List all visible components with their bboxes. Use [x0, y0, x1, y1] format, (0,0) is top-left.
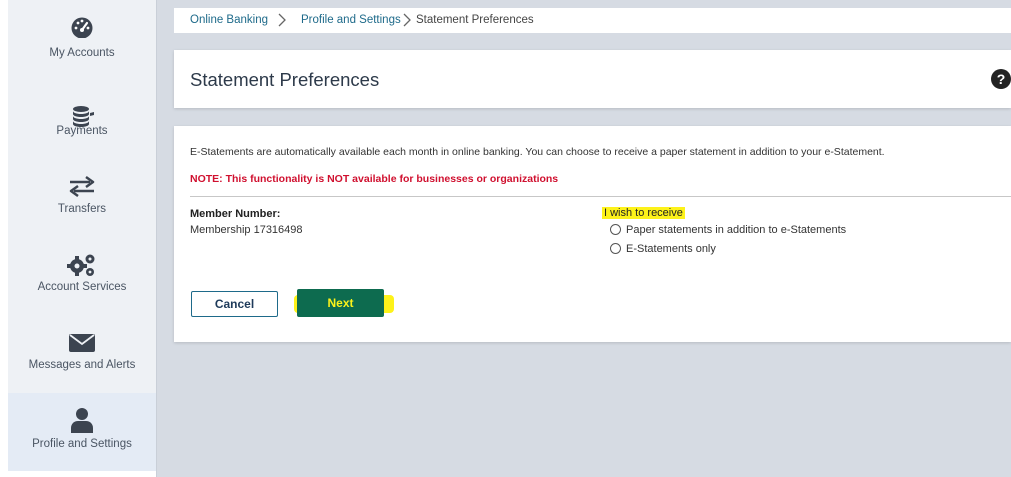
sidebar-item-label: Messages and Alerts — [28, 359, 136, 371]
intro-text: E-Statements are automatically available… — [190, 146, 885, 158]
receive-options-label: I wish to receive — [602, 207, 685, 219]
sidebar-item-profile-and-settings[interactable]: Profile and Settings — [8, 393, 156, 471]
member-number-value: Membership 17316498 — [190, 224, 303, 236]
sidebar-item-label: Payments — [56, 125, 108, 137]
chevron-right-icon — [403, 13, 411, 27]
breadcrumb-online-banking[interactable]: Online Banking — [190, 14, 268, 26]
help-icon[interactable]: ? — [991, 69, 1011, 89]
envelope-icon — [69, 334, 95, 352]
sidebar-item-payments[interactable]: Payments — [8, 78, 156, 156]
sidebar-item-transfers[interactable]: Transfers — [8, 156, 156, 234]
radio-label: E-Statements only — [626, 243, 716, 255]
next-button[interactable]: Next — [297, 289, 384, 317]
sidebar-item-label: Transfers — [57, 203, 107, 215]
business-note: NOTE: This functionality is NOT availabl… — [190, 173, 559, 185]
sidebar-item-my-accounts[interactable]: My Accounts — [8, 0, 156, 78]
chevron-right-icon — [278, 13, 286, 27]
transfer-arrows-icon — [69, 175, 95, 197]
speedometer-icon — [71, 17, 93, 38]
breadcrumb: Online Banking Profile and Settings Stat… — [174, 8, 1011, 34]
sidebar-item-label: My Accounts — [49, 47, 115, 59]
statement-preferences-form: E-Statements are automatically available… — [174, 126, 1011, 342]
sidebar-item-account-services[interactable]: Account Services — [8, 234, 156, 312]
radio-paper-and-estatements[interactable]: Paper statements in addition to e-Statem… — [610, 224, 846, 236]
member-number-label: Member Number: — [190, 208, 281, 220]
page-header-card: Statement Preferences ? — [174, 50, 1011, 108]
coins-icon — [73, 106, 94, 127]
sidebar-item-label: Account Services — [37, 281, 127, 293]
breadcrumb-profile-and-settings[interactable]: Profile and Settings — [301, 14, 401, 26]
breadcrumb-statement-preferences: Statement Preferences — [416, 14, 534, 26]
radio-button[interactable] — [610, 243, 621, 254]
radio-label: Paper statements in addition to e-Statem… — [626, 224, 847, 236]
sidebar-item-messages-and-alerts[interactable]: Messages and Alerts — [8, 312, 156, 390]
main-content: Online Banking Profile and Settings Stat… — [157, 0, 1011, 477]
gears-icon — [67, 254, 95, 276]
divider — [190, 196, 1011, 197]
sidebar: My Accounts Payments Transfers Account S… — [8, 0, 156, 471]
person-icon — [71, 408, 93, 433]
radio-button[interactable] — [610, 224, 621, 235]
cancel-button[interactable]: Cancel — [191, 291, 278, 317]
radio-estatements-only[interactable]: E-Statements only — [610, 243, 716, 255]
sidebar-item-label: Profile and Settings — [32, 438, 132, 450]
page-title: Statement Preferences — [190, 69, 380, 90]
